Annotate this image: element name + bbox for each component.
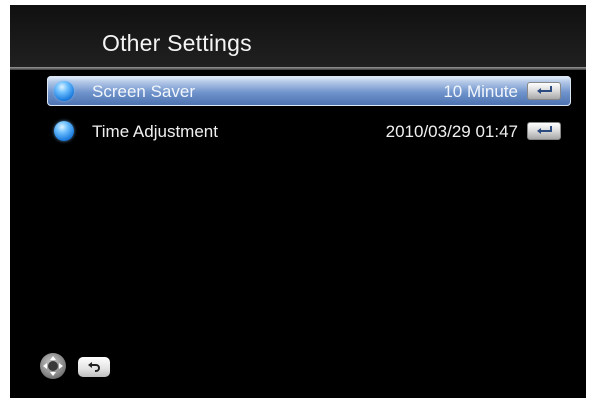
menu-item-time-adjustment[interactable]: Time Adjustment 2010/03/29 01:47 [47, 116, 571, 146]
menu-item-value: 10 Minute [443, 82, 518, 101]
enter-icon[interactable] [527, 82, 561, 100]
header-divider [10, 67, 586, 70]
menu-item-value: 2010/03/29 01:47 [385, 122, 518, 141]
header-bar: Other Settings [10, 5, 586, 67]
menu-item-label: Screen Saver [92, 82, 195, 101]
dpad-icon [40, 353, 66, 379]
enter-icon[interactable] [527, 122, 561, 140]
settings-screen: Other Settings Screen Saver 10 Minute Ti… [10, 5, 586, 398]
page-title: Other Settings [102, 30, 252, 56]
back-icon[interactable] [78, 357, 110, 377]
bullet-icon [54, 121, 74, 141]
bullet-icon [54, 81, 74, 101]
menu-item-screen-saver[interactable]: Screen Saver 10 Minute [47, 76, 571, 106]
menu-item-label: Time Adjustment [92, 122, 218, 141]
